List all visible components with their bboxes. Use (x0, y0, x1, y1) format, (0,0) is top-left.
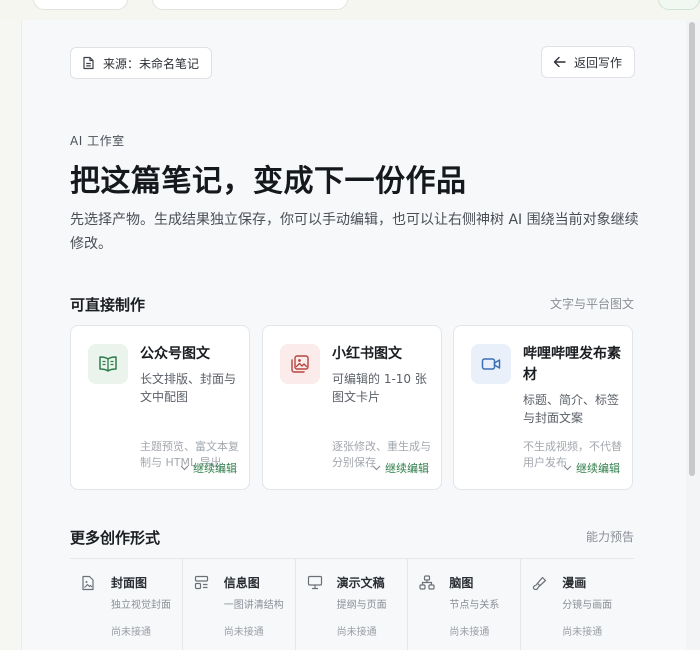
continue-edit-link[interactable]: 继续编辑 (372, 460, 429, 476)
form-sub: 节点与关系 (449, 600, 500, 611)
top-search[interactable] (152, 0, 348, 10)
action-label: 继续编辑 (576, 462, 620, 475)
form-status: 尚未接通 (111, 627, 151, 638)
card-title: 哔哩哔哩发布素材 (523, 346, 621, 383)
more-section-title: 更多创作形式 (70, 529, 161, 547)
card-bilibili[interactable]: 哔哩哔哩发布素材 标题、简介、标签与封面文案 不生成视频，不代替用户发布 继续编… (453, 325, 633, 490)
form-item-comic[interactable]: 漫画 分镜与画面 尚未接通 (521, 559, 634, 650)
form-item-mindmap[interactable]: 脑图 节点与关系 尚未接通 (408, 559, 522, 650)
left-edge (0, 20, 22, 650)
chevron-down-icon (180, 465, 189, 471)
continue-edit-link[interactable]: 继续编辑 (563, 460, 620, 476)
card-desc: 长文排版、封面与文中配图 (140, 372, 237, 404)
form-sub: 分镜与画面 (562, 600, 613, 611)
form-name: 封面图 (111, 576, 148, 590)
top-action-button[interactable] (658, 0, 700, 10)
top-bar (0, 0, 700, 20)
source-label: 来源：未命名笔记 (103, 56, 200, 71)
continue-edit-link[interactable]: 继续编辑 (180, 460, 237, 476)
image-file-icon (82, 575, 94, 591)
image-stack-icon (291, 355, 309, 373)
top-tab[interactable] (33, 0, 128, 10)
form-status: 尚未接通 (336, 627, 377, 638)
layout-icon (194, 575, 208, 590)
form-item-presentation[interactable]: 演示文稿 提纲与页面 尚未接通 (296, 559, 409, 650)
form-status: 尚未接通 (223, 627, 264, 638)
action-label: 继续编辑 (385, 462, 429, 475)
back-label: 返回写作 (574, 55, 623, 70)
hierarchy-icon (419, 575, 435, 590)
more-section-note: 能力预告 (585, 530, 634, 544)
form-name: 演示文稿 (336, 576, 385, 590)
form-item-infographic[interactable]: 信息图 一图讲清结构 尚未接通 (183, 559, 296, 650)
card-icon-wrap (471, 344, 511, 384)
back-to-writing-button[interactable]: 返回写作 (541, 46, 636, 78)
form-name: 脑图 (449, 576, 474, 590)
presentation-icon (307, 575, 322, 590)
card-title: 公众号图文 (140, 346, 210, 362)
card-title: 小红书图文 (332, 346, 402, 362)
form-name: 信息图 (223, 576, 260, 590)
card-wechat-article[interactable]: 公众号图文 长文排版、封面与文中配图 主题预览、富文本复制与 HTML 导出 继… (70, 325, 250, 490)
chevron-down-icon (372, 465, 381, 471)
source-button[interactable]: 来源：未命名笔记 (70, 47, 213, 79)
book-open-icon (99, 356, 117, 372)
video-camera-icon (481, 358, 501, 370)
document-icon (83, 56, 94, 70)
lead-text: 先选择产物。生成结果独立保存，你可以手动编辑，也可以让右侧神树 AI 围绕当前对… (70, 212, 639, 252)
form-name: 漫画 (562, 576, 587, 590)
chevron-down-icon (563, 465, 572, 471)
eyebrow: AI 工作室 (70, 134, 125, 148)
page-title: 把这篇笔记，变成下一份作品 (70, 164, 467, 199)
form-status: 尚未接通 (449, 627, 490, 638)
direct-section-note: 文字与平台图文 (549, 297, 634, 311)
form-sub: 一图讲清结构 (223, 600, 284, 611)
form-status: 尚未接通 (562, 627, 603, 638)
ai-studio-panel: 来源：未命名笔记 返回写作 AI 工作室 把这篇笔记，变成下一份作品 先选择产物… (22, 20, 686, 650)
card-icon-wrap (280, 344, 320, 384)
card-icon-wrap (88, 344, 128, 384)
action-label: 继续编辑 (193, 462, 237, 475)
card-desc: 可编辑的 1-10 张图文卡片 (332, 372, 427, 404)
brush-icon (532, 576, 547, 591)
form-sub: 提纲与页面 (336, 600, 387, 611)
arrow-left-icon (553, 56, 566, 68)
card-xiaohongshu[interactable]: 小红书图文 可编辑的 1-10 张图文卡片 逐张修改、重生成与分别保存 继续编辑 (262, 325, 442, 490)
form-sub: 独立视觉封面 (111, 600, 171, 611)
card-desc: 标题、简介、标签与封面文案 (523, 393, 620, 425)
scrollbar[interactable] (688, 22, 696, 650)
scrollbar-thumb[interactable] (689, 22, 695, 476)
form-item-cover[interactable]: 封面图 独立视觉封面 尚未接通 (70, 559, 183, 650)
direct-section-title: 可直接制作 (70, 296, 146, 314)
more-forms-strip: 封面图 独立视觉封面 尚未接通 信息图 一图讲清结构 尚未接通 演示文稿 提纲与… (70, 558, 634, 650)
